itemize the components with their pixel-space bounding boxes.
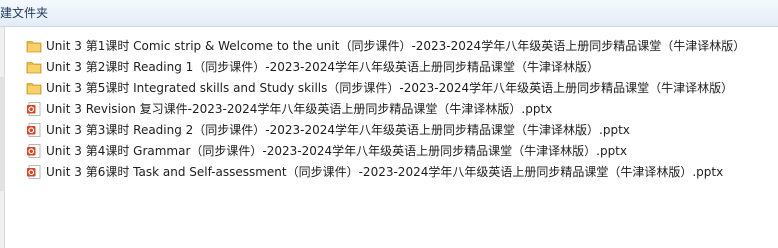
file-name: Unit 3 第3课时 Reading 2（同步课件）-2023-2024学年八… [46, 123, 630, 137]
list-item[interactable]: Unit 3 第5课时 Integrated skills and Study … [26, 77, 778, 98]
list-item[interactable]: Unit 3 第6课时 Task and Self-assessment（同步课… [26, 161, 778, 182]
folder-icon [26, 80, 42, 96]
pptx-file-icon [26, 101, 42, 117]
file-name: Unit 3 第6课时 Task and Self-assessment（同步课… [46, 165, 724, 179]
pptx-file-icon [26, 164, 42, 180]
file-name: Unit 3 第2课时 Reading 1（同步课件）-2023-2024学年八… [46, 60, 600, 74]
list-item[interactable]: Unit 3 第4课时 Grammar（同步课件）-2023-2024学年八年级… [26, 140, 778, 161]
pptx-file-icon [26, 143, 42, 159]
navigation-scrollbar[interactable] [0, 77, 5, 191]
list-item[interactable]: Unit 3 Revision 复习课件-2023-2024学年八年级英语上册同… [26, 98, 778, 119]
explorer-toolbar: 建文件夹 [0, 0, 778, 27]
file-name: Unit 3 第4课时 Grammar（同步课件）-2023-2024学年八年级… [46, 144, 627, 158]
pptx-file-icon [26, 122, 42, 138]
file-list: Unit 3 第1课时 Comic strip & Welcome to the… [26, 35, 778, 182]
folder-icon [26, 38, 42, 54]
file-name: Unit 3 第1课时 Comic strip & Welcome to the… [46, 39, 746, 53]
file-name: Unit 3 Revision 复习课件-2023-2024学年八年级英语上册同… [46, 102, 553, 116]
file-name: Unit 3 第5课时 Integrated skills and Study … [46, 81, 734, 95]
list-item[interactable]: Unit 3 第1课时 Comic strip & Welcome to the… [26, 35, 778, 56]
list-item[interactable]: Unit 3 第2课时 Reading 1（同步课件）-2023-2024学年八… [26, 56, 778, 77]
new-folder-button[interactable]: 建文件夹 [0, 5, 52, 22]
folder-icon [26, 59, 42, 75]
navigation-pane-edge[interactable] [0, 27, 5, 248]
list-item[interactable]: Unit 3 第3课时 Reading 2（同步课件）-2023-2024学年八… [26, 119, 778, 140]
